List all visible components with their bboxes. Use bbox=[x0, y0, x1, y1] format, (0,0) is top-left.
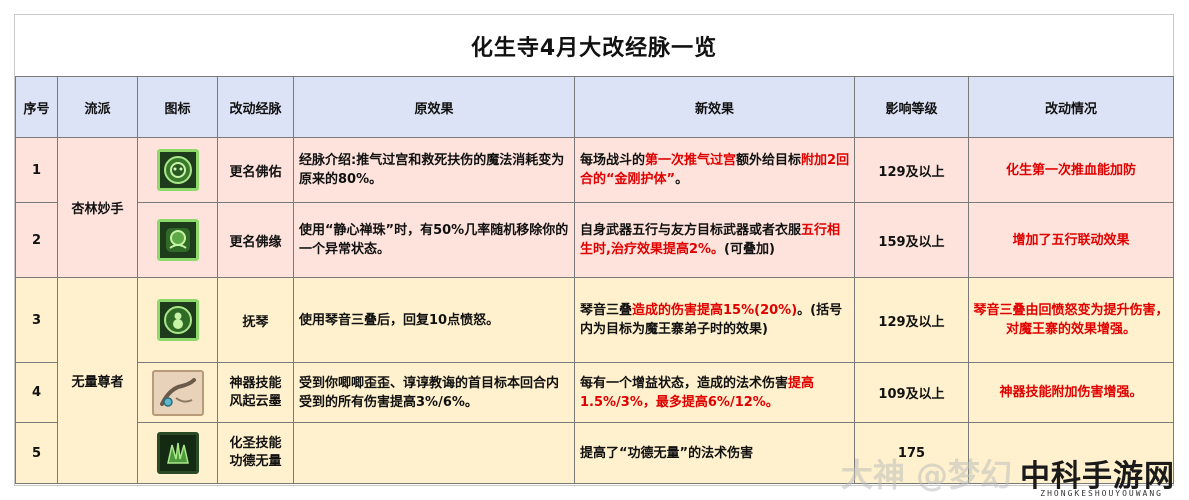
icon-cell bbox=[137, 202, 218, 278]
table-frame: 化生寺4月大改经脉一览 序号 流派 图标 改动经脉 原效果 新效果 影响等级 改… bbox=[14, 14, 1174, 486]
watermark-subtitle: ZHONGKESHOUYOUWANG bbox=[1040, 489, 1163, 498]
level-cell: 129及以上 bbox=[854, 137, 969, 203]
original-effect: 受到你唧唧歪歪、谆谆教诲的首目标本回合内受到的所有伤害提高3%/6%。 bbox=[293, 362, 575, 423]
change-cell: 增加了五行联动效果 bbox=[968, 202, 1174, 278]
table-row: 1 杏林妙手 更名佛佑 经脉介绍:推气过宫和救死扶伤的魔法消耗变为原来的80%。… bbox=[15, 137, 1174, 278]
change-cell: 神器技能附加伤害增强。 bbox=[968, 362, 1174, 423]
level-cell: 175 bbox=[854, 422, 969, 484]
level-cell: 129及以上 bbox=[854, 277, 969, 363]
row-number: 3 bbox=[15, 277, 58, 363]
green-lotus-icon bbox=[156, 219, 199, 261]
header-new: 新效果 bbox=[574, 76, 855, 138]
green-gourd-icon bbox=[156, 299, 199, 341]
header-no: 序号 bbox=[15, 76, 58, 138]
header-meridian: 改动经脉 bbox=[217, 76, 294, 138]
level-cell: 109及以上 bbox=[854, 362, 969, 423]
meridian-name: 更名佛缘 bbox=[217, 202, 294, 278]
meridian-table: 序号 流派 图标 改动经脉 原效果 新效果 影响等级 改动情况 1 杏林妙手 更… bbox=[15, 76, 1174, 484]
row-number: 1 bbox=[15, 137, 58, 203]
change-cell: 化生第一次推血能加防 bbox=[968, 137, 1174, 203]
meridian-name: 化圣技能 功德无量 bbox=[217, 422, 294, 484]
meridian-name: 抚琴 bbox=[217, 277, 294, 363]
header-icon: 图标 bbox=[137, 76, 218, 138]
icon-cell bbox=[137, 362, 218, 423]
new-effect: 提高了“功德无量”的法术伤害 bbox=[574, 422, 855, 484]
school-cell: 无量尊者 bbox=[57, 277, 138, 484]
original-effect bbox=[293, 422, 575, 484]
green-claw-icon bbox=[156, 432, 199, 474]
green-face-icon bbox=[156, 149, 199, 191]
row-number: 5 bbox=[15, 422, 58, 484]
header-school: 流派 bbox=[57, 76, 138, 138]
header-level: 影响等级 bbox=[854, 76, 969, 138]
row-number: 2 bbox=[15, 202, 58, 278]
new-effect: 自身武器五行与友方目标武器或者衣服五行相生时,治疗效果提高2%。(可叠加) bbox=[574, 202, 855, 278]
icon-cell bbox=[137, 422, 218, 484]
meridian-name: 更名佛佑 bbox=[217, 137, 294, 203]
table-row: 5 化圣技能 功德无量 提高了“功德无量”的法术伤害 175 bbox=[15, 422, 1174, 484]
original-effect: 使用“静心禅珠”时，有50%几率随机移除你的一个异常状态。 bbox=[293, 202, 575, 278]
page-title: 化生寺4月大改经脉一览 bbox=[470, 35, 718, 61]
table-row: 3 无量尊者 抚琴 使用琴音三叠后，回复10点愤怒。 琴音三叠造成的伤害提高15… bbox=[15, 277, 1174, 484]
new-effect: 每场战斗的第一次推气过宫额外给目标附加2回合的“金刚护体”。 bbox=[574, 137, 855, 203]
header-row: 序号 流派 图标 改动经脉 原效果 新效果 影响等级 改动情况 bbox=[15, 76, 1174, 138]
change-cell: 琴音三叠由回愤怒变为提升伤害，对魔王寨的效果增强。 bbox=[968, 277, 1174, 363]
table-row: 4 神器技能 风起云墨 受到你唧唧歪歪、谆谆教诲的首目标本回合内受到的所有伤害提高… bbox=[15, 362, 1174, 423]
new-effect: 琴音三叠造成的伤害提高15%(20%)。(括号内为目标为魔王寨弟子时的效果) bbox=[574, 277, 855, 363]
icon-cell bbox=[137, 137, 218, 203]
change-cell bbox=[968, 422, 1174, 484]
table-row: 2 更名佛缘 使用“静心禅珠”时，有50%几率随机移除你的一个异常状态。 自身武… bbox=[15, 202, 1174, 278]
artifact-hand-icon bbox=[151, 369, 204, 416]
icon-cell bbox=[137, 277, 218, 363]
new-effect: 每有一个增益状态，造成的法术伤害提高1.5%/3%，最多提高6%/12%。 bbox=[574, 362, 855, 423]
school-cell: 杏林妙手 bbox=[57, 137, 138, 278]
original-effect: 经脉介绍:推气过宫和救死扶伤的魔法消耗变为原来的80%。 bbox=[293, 137, 575, 203]
original-effect: 使用琴音三叠后，回复10点愤怒。 bbox=[293, 277, 575, 363]
header-change: 改动情况 bbox=[968, 76, 1174, 138]
level-cell: 159及以上 bbox=[854, 202, 969, 278]
row-number: 4 bbox=[15, 362, 58, 423]
header-original: 原效果 bbox=[293, 76, 575, 138]
meridian-name: 神器技能 风起云墨 bbox=[217, 362, 294, 423]
